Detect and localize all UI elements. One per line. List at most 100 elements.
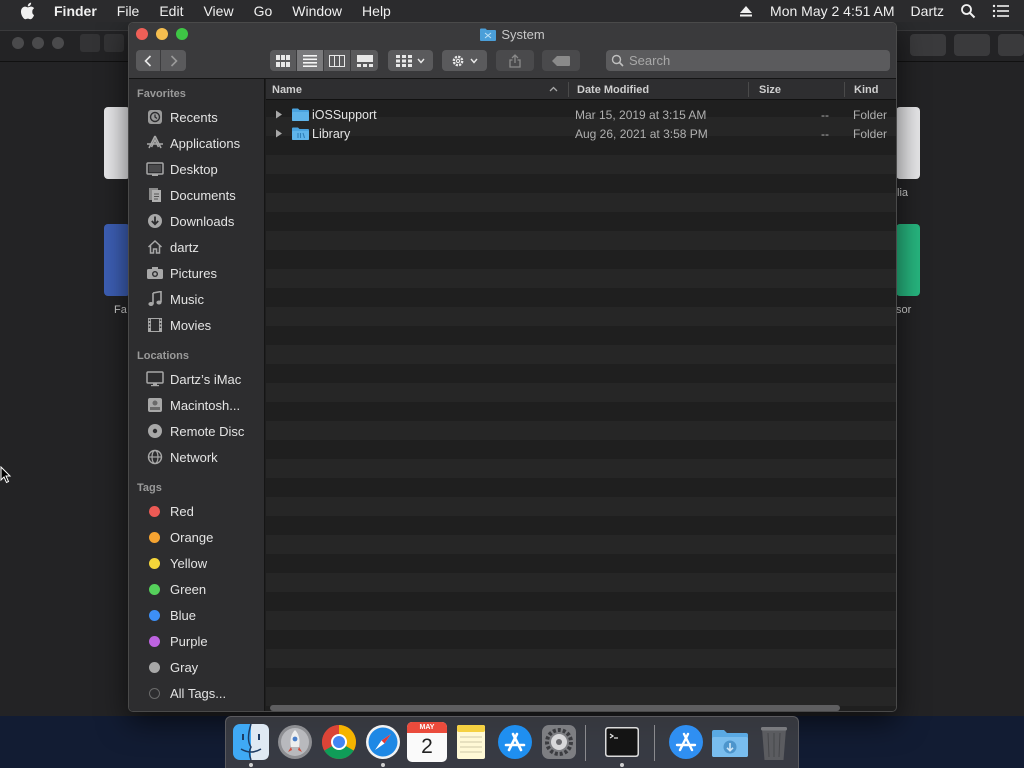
sidebar-item-movies[interactable]: Movies bbox=[129, 313, 265, 337]
column-header-kind[interactable]: Kind bbox=[854, 84, 878, 96]
sidebar-tag-red[interactable]: Red bbox=[129, 499, 265, 523]
sidebar-item-downloads[interactable]: Downloads bbox=[129, 209, 265, 233]
sidebar-tag-green[interactable]: Green bbox=[129, 577, 265, 601]
edit-tags-button[interactable] bbox=[542, 50, 580, 71]
forward-button[interactable] bbox=[161, 50, 186, 71]
chrome-icon[interactable] bbox=[319, 722, 359, 762]
share-button[interactable] bbox=[496, 50, 534, 71]
group-by-button[interactable] bbox=[388, 50, 433, 71]
background-app-tile[interactable] bbox=[104, 224, 130, 296]
mouse-pointer-icon bbox=[0, 466, 12, 484]
sidebar-item-network[interactable]: Network bbox=[129, 445, 265, 469]
background-back-button[interactable] bbox=[80, 34, 100, 52]
list-view-button[interactable] bbox=[297, 50, 324, 71]
background-add-button[interactable] bbox=[998, 34, 1024, 56]
sort-ascending-icon[interactable] bbox=[549, 86, 558, 92]
launchpad-icon[interactable] bbox=[275, 722, 315, 762]
menu-go[interactable]: Go bbox=[244, 3, 283, 19]
disclosure-triangle-icon[interactable] bbox=[275, 129, 283, 138]
menubar: Finder File Edit View Go Window Help Mon… bbox=[0, 0, 1024, 22]
file-kind: Folder bbox=[853, 127, 888, 141]
sidebar-tag-label: Yellow bbox=[170, 555, 208, 571]
notification-center-icon[interactable] bbox=[992, 3, 1010, 19]
menu-file[interactable]: File bbox=[107, 3, 150, 19]
film-icon bbox=[145, 316, 165, 334]
gallery-view-button[interactable] bbox=[351, 50, 378, 71]
eject-icon[interactable] bbox=[738, 3, 754, 19]
app-menu[interactable]: Finder bbox=[50, 3, 107, 19]
table-row[interactable]: iOSSupport Mar 15, 2019 at 3:15 AM -- Fo… bbox=[266, 105, 896, 124]
search-field[interactable] bbox=[606, 50, 890, 71]
system-preferences-icon[interactable] bbox=[539, 722, 579, 762]
file-size: -- bbox=[821, 127, 829, 141]
calendar-month: MAY bbox=[407, 722, 447, 733]
action-menu-button[interactable] bbox=[442, 50, 487, 71]
menubar-user[interactable]: Dartz bbox=[903, 3, 952, 19]
sidebar-item-desktop[interactable]: Desktop bbox=[129, 157, 265, 181]
downloads-folder-icon[interactable] bbox=[710, 722, 750, 762]
apple-menu-icon[interactable] bbox=[18, 2, 36, 20]
menu-help[interactable]: Help bbox=[352, 3, 401, 19]
menubar-clock[interactable]: Mon May 2 4:51 AM bbox=[762, 3, 903, 19]
back-forward-control bbox=[136, 50, 186, 71]
gear-icon bbox=[452, 55, 464, 66]
background-tile-label: lia bbox=[897, 187, 909, 199]
sidebar-item-macintosh-hd[interactable]: Macintosh... bbox=[129, 393, 265, 417]
sidebar-tag-yellow[interactable]: Yellow bbox=[129, 551, 265, 575]
background-app-tile[interactable] bbox=[104, 107, 130, 179]
menu-edit[interactable]: Edit bbox=[149, 3, 193, 19]
sidebar-item-music[interactable]: Music bbox=[129, 287, 265, 311]
background-app-tile[interactable] bbox=[896, 107, 920, 179]
column-header-size[interactable]: Size bbox=[759, 84, 781, 96]
sidebar-tag-label: All Tags... bbox=[170, 685, 227, 701]
app-store-icon[interactable] bbox=[495, 722, 535, 762]
background-app-tile[interactable] bbox=[896, 224, 920, 296]
back-button[interactable] bbox=[136, 50, 161, 71]
background-forward-button[interactable] bbox=[104, 34, 124, 52]
background-tabs-button[interactable] bbox=[954, 34, 990, 56]
menu-window[interactable]: Window bbox=[282, 3, 352, 19]
file-list: Name Date Modified Size Kind iOSSupport … bbox=[266, 79, 896, 711]
dock-separator bbox=[585, 725, 586, 761]
background-close-button[interactable] bbox=[12, 37, 24, 49]
search-input[interactable] bbox=[629, 53, 869, 68]
menu-view[interactable]: View bbox=[193, 3, 243, 19]
sidebar-item-documents[interactable]: Documents bbox=[129, 183, 265, 207]
column-header-date-modified[interactable]: Date Modified bbox=[577, 84, 649, 96]
sidebar-item-recents[interactable]: Recents bbox=[129, 105, 265, 129]
column-header-name[interactable]: Name bbox=[272, 84, 302, 96]
sidebar-item-pictures[interactable]: Pictures bbox=[129, 261, 265, 285]
running-indicator bbox=[249, 763, 253, 767]
background-minimize-button[interactable] bbox=[32, 37, 44, 49]
sidebar-tag-gray[interactable]: Gray bbox=[129, 655, 265, 679]
safari-icon[interactable] bbox=[363, 722, 403, 762]
table-row[interactable]: Library Aug 26, 2021 at 3:58 PM -- Folde… bbox=[266, 124, 896, 143]
sidebar-tag-purple[interactable]: Purple bbox=[129, 629, 265, 653]
sidebar-tag-blue[interactable]: Blue bbox=[129, 603, 265, 627]
tag-color-dot bbox=[149, 531, 160, 543]
trash-icon[interactable] bbox=[754, 722, 794, 762]
background-zoom-button[interactable] bbox=[52, 37, 64, 49]
calendar-icon[interactable]: MAY 2 bbox=[407, 722, 447, 762]
icon-view-button[interactable] bbox=[270, 50, 297, 71]
background-share-button[interactable] bbox=[910, 34, 946, 56]
sidebar-item-label: dartz bbox=[170, 239, 199, 255]
sidebar-item-remote-disc[interactable]: Remote Disc bbox=[129, 419, 265, 443]
applications-folder-icon[interactable] bbox=[666, 722, 706, 762]
spotlight-search-icon[interactable] bbox=[960, 3, 976, 19]
sidebar-item-home[interactable]: dartz bbox=[129, 235, 265, 259]
terminal-icon[interactable] bbox=[602, 722, 642, 762]
sidebar: Favorites Recents Applications Desktop D… bbox=[129, 79, 265, 711]
sidebar-tag-orange[interactable]: Orange bbox=[129, 525, 265, 549]
calendar-day: 2 bbox=[421, 735, 433, 758]
sidebar-tag-all-tags[interactable]: All Tags... bbox=[129, 681, 265, 705]
sidebar-item-applications[interactable]: Applications bbox=[129, 131, 265, 155]
column-view-button[interactable] bbox=[324, 50, 351, 71]
notes-icon[interactable] bbox=[451, 722, 491, 762]
sidebar-item-imac[interactable]: Dartz’s iMac bbox=[129, 367, 265, 391]
tag-color-dot bbox=[149, 505, 160, 517]
finder-icon[interactable] bbox=[231, 722, 271, 762]
running-indicator bbox=[620, 763, 624, 767]
disclosure-triangle-icon[interactable] bbox=[275, 110, 283, 119]
horizontal-scrollbar[interactable] bbox=[270, 705, 840, 711]
